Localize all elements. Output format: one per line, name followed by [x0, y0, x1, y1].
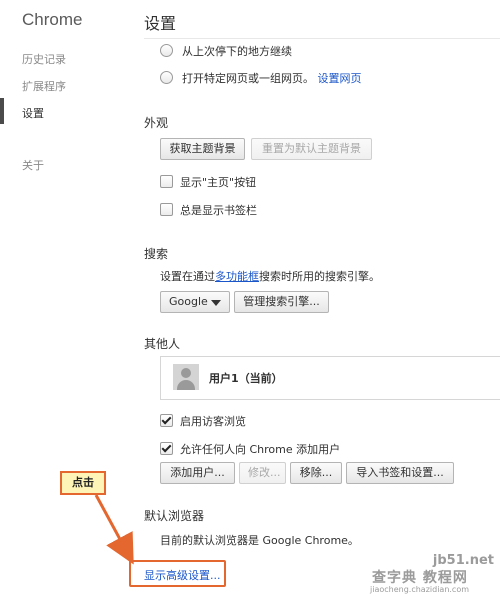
allow-add-user-checkbox[interactable] — [160, 442, 173, 455]
click-callout: 点击 — [60, 471, 106, 495]
default-browser-description: 目前的默认浏览器是 Google Chrome。 — [160, 534, 359, 547]
chevron-down-icon — [211, 300, 221, 306]
manage-search-engines-button[interactable]: 管理搜索引擎... — [234, 291, 329, 313]
page-title: 设置 — [144, 14, 177, 33]
people-section-title: 其他人 — [144, 337, 181, 351]
watermark-line1: jb51.net — [432, 553, 494, 568]
guest-browsing-checkbox[interactable] — [160, 414, 173, 427]
app-brand: Chrome — [22, 10, 83, 29]
settings-main: 设置 从上次停下的地方继续 打开特定网页或一组网页。 设置网页 外观 获取主题背… — [120, 0, 500, 596]
reset-theme-button[interactable]: 重置为默认主题背景 — [251, 138, 372, 160]
avatar-body — [177, 380, 195, 390]
search-engine-selected: Google — [169, 295, 208, 308]
avatar-head — [181, 368, 191, 378]
show-advanced-settings-link[interactable]: 显示高级设置... — [144, 567, 221, 583]
allow-add-user-label: 允许任何人向 Chrome 添加用户 — [180, 443, 341, 456]
startup-open-pages-radio[interactable] — [160, 71, 173, 84]
active-indicator — [0, 98, 4, 124]
search-desc-prefix: 设置在通过 — [160, 270, 215, 283]
sidebar-item-extensions[interactable]: 扩展程序 — [22, 78, 66, 94]
startup-continue-label: 从上次停下的地方继续 — [182, 45, 292, 58]
show-home-checkbox[interactable] — [160, 175, 173, 188]
remove-user-button[interactable]: 移除... — [290, 462, 342, 484]
omnibox-link[interactable]: 多功能框 — [215, 270, 259, 283]
watermark: jb51.net 查字典 教程网 jiaocheng.chazidian.com — [368, 553, 500, 596]
guest-browsing-label: 启用访客浏览 — [180, 415, 246, 428]
header-divider — [144, 38, 500, 39]
sidebar-item-about[interactable]: 关于 — [22, 157, 44, 173]
search-section-title: 搜索 — [144, 247, 169, 261]
search-desc-suffix: 搜索时所用的搜索引擎。 — [259, 270, 380, 283]
show-home-label: 显示"主页"按钮 — [180, 176, 257, 189]
startup-open-pages-row: 打开特定网页或一组网页。 设置网页 — [182, 70, 362, 86]
show-bookmarks-checkbox[interactable] — [160, 203, 173, 216]
sidebar-item-settings[interactable]: 设置 — [22, 105, 44, 121]
edit-user-button[interactable]: 修改... — [239, 462, 286, 484]
startup-continue-radio[interactable] — [160, 44, 173, 57]
add-user-button[interactable]: 添加用户... — [160, 462, 235, 484]
search-engine-select[interactable]: Google — [160, 291, 230, 313]
appearance-section-title: 外观 — [144, 116, 169, 130]
sidebar: Chrome 历史记录 扩展程序 设置 关于 — [0, 0, 120, 596]
watermark-line2: 查字典 教程网 — [372, 570, 468, 586]
get-theme-button[interactable]: 获取主题背景 — [160, 138, 245, 160]
import-bookmarks-button[interactable]: 导入书签和设置... — [346, 462, 454, 484]
watermark-line3: jiaocheng.chazidian.com — [370, 585, 470, 594]
startup-open-pages-label: 打开特定网页或一组网页。 — [182, 72, 314, 85]
avatar — [173, 364, 199, 390]
search-description: 设置在通过多功能框搜索时所用的搜索引擎。 — [160, 268, 380, 284]
profile-list[interactable]: 用户1（当前） — [160, 356, 500, 400]
sidebar-item-history[interactable]: 历史记录 — [22, 51, 66, 67]
set-pages-link[interactable]: 设置网页 — [318, 72, 362, 85]
profile-name: 用户1（当前） — [209, 372, 283, 385]
show-bookmarks-label: 总是显示书签栏 — [180, 204, 257, 217]
default-browser-section-title: 默认浏览器 — [144, 509, 205, 523]
